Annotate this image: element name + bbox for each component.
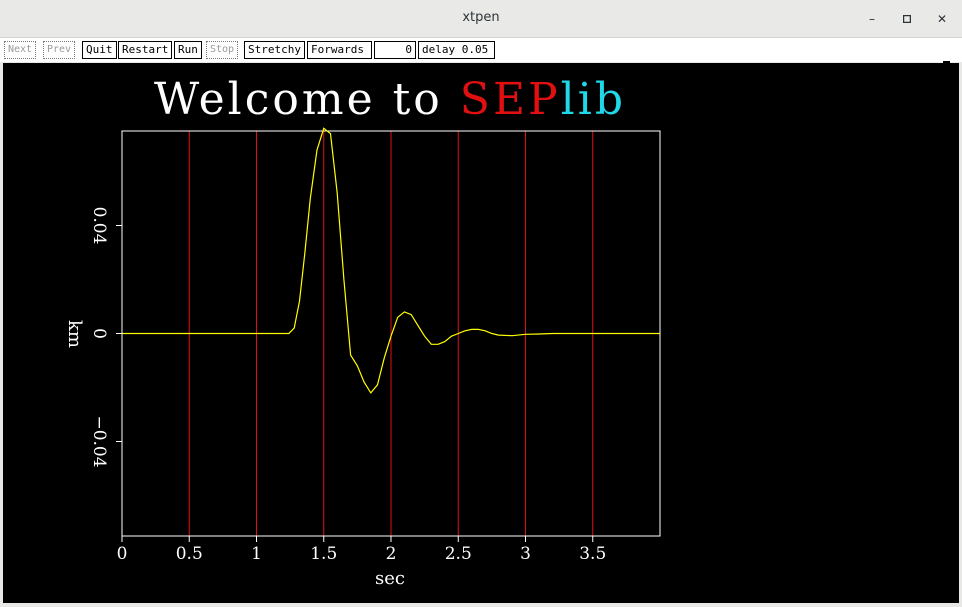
close-icon[interactable]: ✕ <box>932 9 952 29</box>
run-button[interactable]: Run <box>174 41 202 59</box>
x-tick-label: 0.5 <box>176 544 203 564</box>
toolbar: Next Prev Quit Restart Run Stop Stretchy… <box>0 38 962 62</box>
maximize-icon[interactable] <box>897 9 917 29</box>
prev-button[interactable]: Prev <box>43 41 76 59</box>
corner-marker <box>943 61 950 66</box>
title-lib: lib <box>561 74 626 125</box>
x-tick-label: 1.5 <box>310 544 337 564</box>
next-button[interactable]: Next <box>4 41 37 59</box>
quit-button[interactable]: Quit <box>82 41 117 59</box>
frame-number-field[interactable]: 0 <box>374 41 416 59</box>
window-title: xtpen <box>462 10 500 25</box>
x-tick-label: 2.5 <box>445 544 472 564</box>
stop-button[interactable]: Stop <box>206 41 239 59</box>
x-tick-label: 1 <box>251 544 262 564</box>
y-tick-label: 0 <box>89 328 109 339</box>
x-axis-label: sec <box>375 568 405 589</box>
delay-button[interactable]: delay 0.05 <box>418 41 495 59</box>
title-sep: SEP <box>460 74 561 125</box>
y-tick-label: −0.04 <box>89 415 109 467</box>
window-titlebar[interactable]: xtpen – ✕ <box>0 0 962 38</box>
x-tick-label: 3 <box>520 544 531 564</box>
forwards-button[interactable]: Forwards <box>307 41 372 59</box>
restart-button[interactable]: Restart <box>118 41 173 59</box>
x-tick-label: 3.5 <box>579 544 606 564</box>
x-tick-label: 0 <box>117 544 128 564</box>
title-welcome: Welcome to <box>154 74 460 125</box>
minimize-icon[interactable]: – <box>862 9 882 29</box>
seismic-plot: Welcome to SEPlib 0 0.5 1 1.5 2 2.5 3 3.5 0.04 0 −… <box>64 74 661 589</box>
x-tick-label: 2 <box>386 544 397 564</box>
y-tick-label: 0.04 <box>89 207 109 245</box>
stretchy-button[interactable]: Stretchy <box>244 41 305 59</box>
plot-canvas[interactable]: Welcome to SEPlib 0 0.5 1 1.5 2 2.5 3 3.5 0.04 0 −… <box>3 63 959 603</box>
plot-title: Welcome to SEPlib <box>154 74 626 125</box>
y-axis-label: km <box>64 320 85 348</box>
